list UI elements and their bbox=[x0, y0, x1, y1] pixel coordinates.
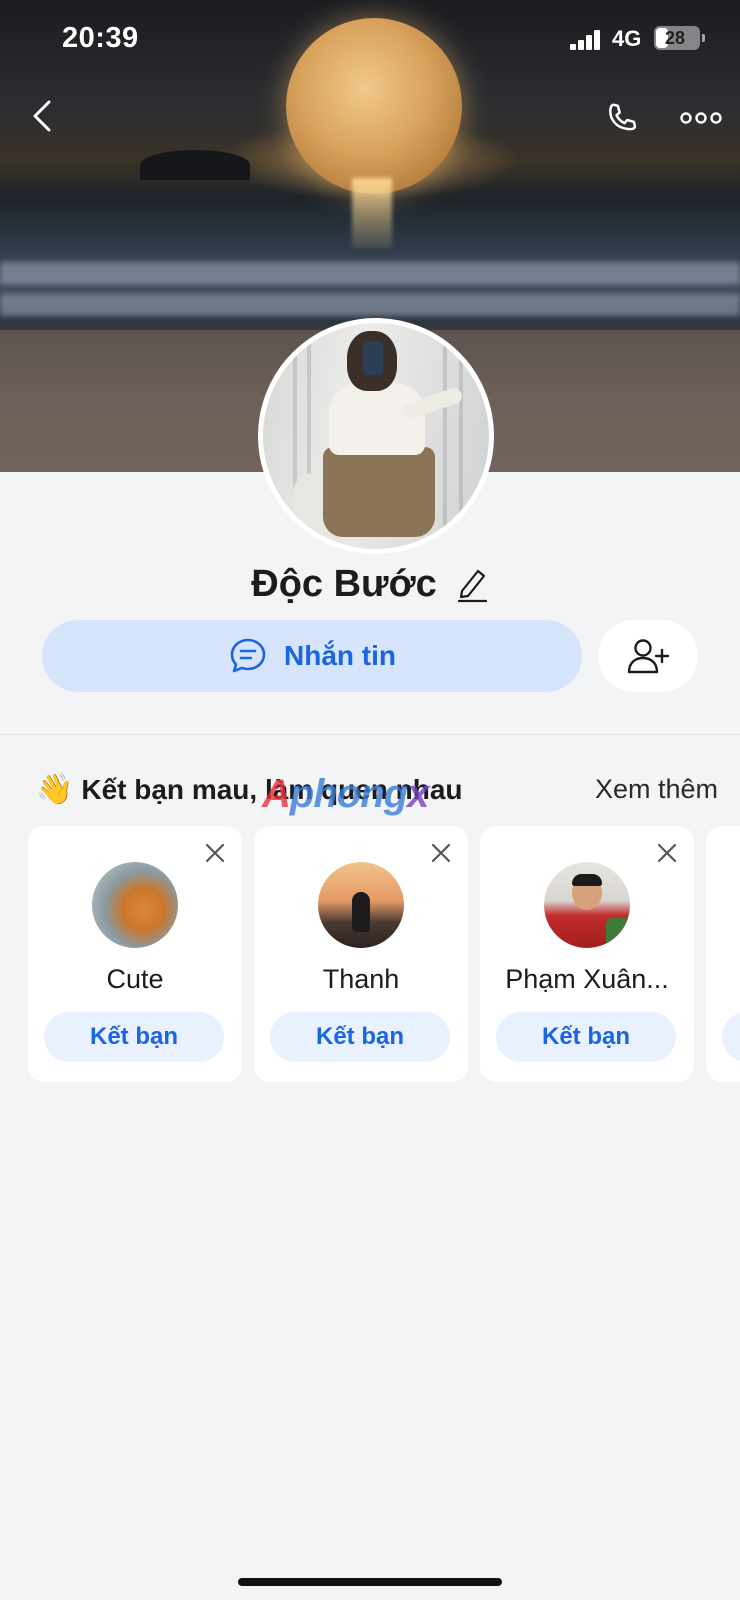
dismiss-button[interactable] bbox=[654, 840, 680, 866]
see-more-link[interactable]: Xem thêm bbox=[595, 774, 718, 805]
message-button[interactable]: Nhắn tin bbox=[42, 620, 582, 692]
suggestion-name: Phạm Xuân... bbox=[505, 964, 669, 994]
add-friend-card-button[interactable]: Kết bạn bbox=[270, 1012, 450, 1062]
suggestion-card-partial bbox=[706, 826, 740, 1082]
suggestion-card: Phạm Xuân... Kết bạn bbox=[480, 826, 694, 1082]
profile-name-row: Độc Bước bbox=[0, 556, 740, 612]
phone-icon bbox=[609, 103, 637, 131]
message-button-label: Nhắn tin bbox=[284, 640, 396, 671]
dismiss-button[interactable] bbox=[202, 840, 228, 866]
avatar-phone bbox=[363, 341, 383, 375]
close-icon bbox=[205, 843, 225, 863]
avatar-shirt bbox=[329, 383, 425, 455]
close-icon bbox=[657, 843, 677, 863]
call-button[interactable] bbox=[600, 96, 646, 142]
avatar-shorts bbox=[323, 447, 435, 537]
battery-level: 28 bbox=[664, 28, 686, 48]
suggestion-name: Thanh bbox=[322, 964, 400, 994]
profile-name: Độc Bước bbox=[251, 562, 437, 605]
signal-icon bbox=[570, 30, 602, 50]
add-user-icon bbox=[627, 639, 670, 674]
cover-reflection bbox=[352, 178, 392, 248]
chevron-left-icon bbox=[33, 100, 51, 132]
suggestion-list[interactable]: Cute Kết bạn Thanh Kết bạn Phạm Xuân... … bbox=[28, 826, 740, 1084]
close-icon bbox=[431, 843, 451, 863]
more-button[interactable] bbox=[676, 98, 726, 138]
status-bar: 20:39 4G 28 bbox=[0, 0, 740, 80]
status-time: 20:39 bbox=[62, 22, 139, 54]
waving-hand-icon: 👋 bbox=[36, 773, 74, 806]
add-friend-card-button[interactable]: Kết bạn bbox=[44, 1012, 224, 1062]
back-button[interactable] bbox=[22, 96, 62, 136]
chat-bubble-icon bbox=[230, 638, 266, 673]
home-indicator[interactable] bbox=[238, 1578, 502, 1586]
avatar[interactable] bbox=[92, 862, 178, 948]
add-friend-card-button[interactable]: Kết bạn bbox=[496, 1012, 676, 1062]
avatar[interactable] bbox=[544, 862, 630, 948]
avatar[interactable] bbox=[318, 862, 404, 948]
cover-wave bbox=[0, 262, 740, 284]
add-friend-button[interactable] bbox=[598, 620, 698, 692]
edit-name-button[interactable] bbox=[455, 564, 489, 604]
section-divider bbox=[0, 734, 740, 735]
suggestions-title-text: Kết bạn mau, làm quen nhau bbox=[81, 773, 463, 805]
more-dots-icon bbox=[680, 112, 722, 124]
suggestion-name: Cute bbox=[106, 964, 164, 994]
battery-icon: 28 bbox=[654, 26, 705, 50]
profile-avatar[interactable] bbox=[258, 318, 494, 554]
pencil-icon bbox=[457, 569, 487, 603]
suggestion-card: Thanh Kết bạn bbox=[254, 826, 468, 1082]
add-friend-card-button-partial[interactable] bbox=[722, 1012, 740, 1062]
suggestions-title: 👋 Kết bạn mau, làm quen nhau bbox=[36, 772, 463, 807]
dismiss-button[interactable] bbox=[428, 840, 454, 866]
cover-island bbox=[140, 150, 250, 180]
cover-wave bbox=[0, 294, 740, 316]
suggestion-card: Cute Kết bạn bbox=[28, 826, 242, 1082]
network-type: 4G bbox=[612, 26, 642, 51]
